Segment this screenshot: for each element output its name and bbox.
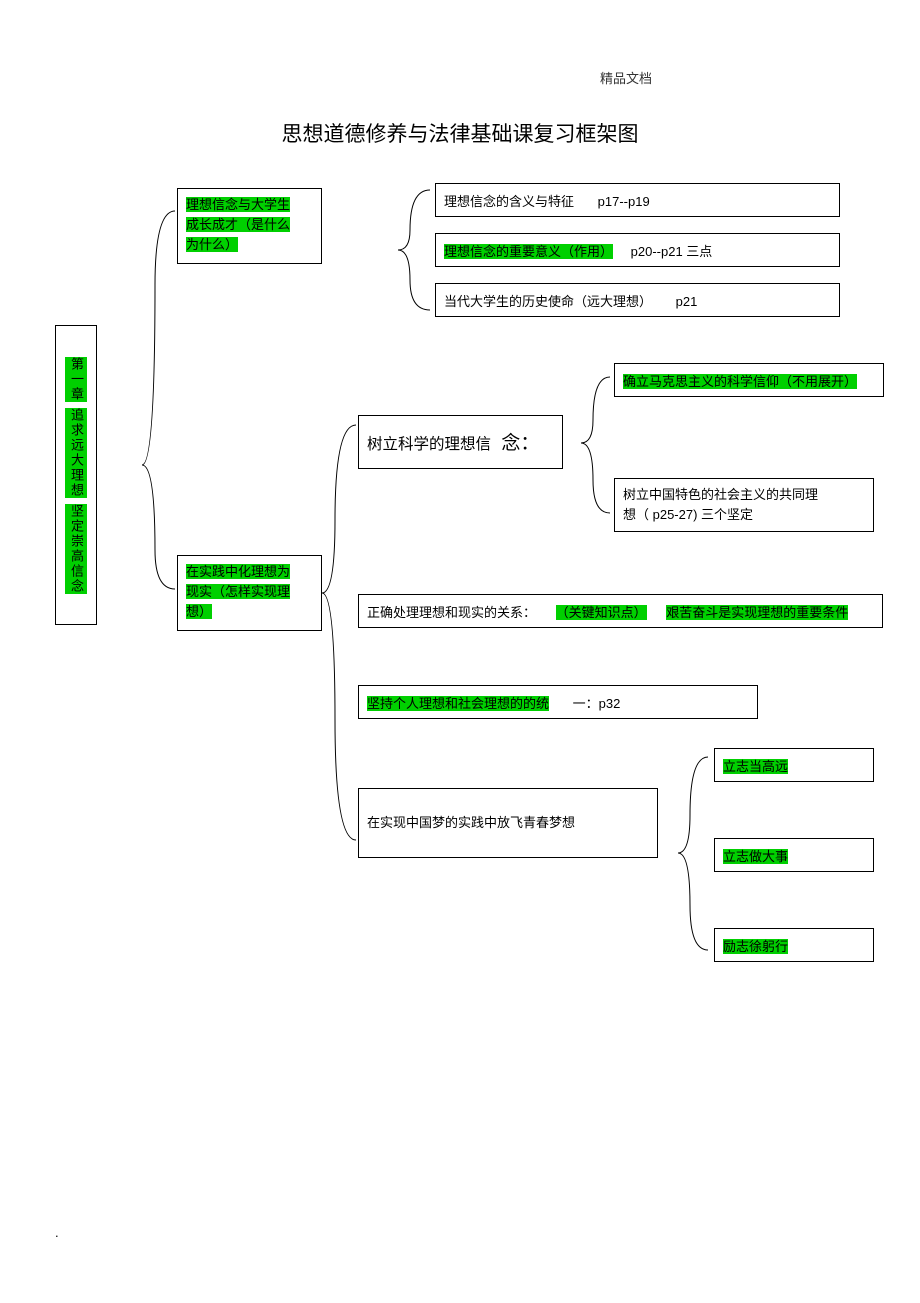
brace-s2b1 <box>565 365 615 525</box>
section1-l1: 理想信念与大学生 <box>186 197 290 212</box>
chapter-line3: 坚定崇高信念 <box>65 504 87 594</box>
s2b4-r2: 立志做大事 <box>723 849 788 864</box>
s1-r1-b: p17--p19 <box>598 194 650 209</box>
s2-b2-hl2: 艰苦奋斗是实现理想的重要条件 <box>666 605 848 620</box>
s2-b2-hl1: （关键知识点） <box>556 605 647 620</box>
s2-box2: 正确处理理想和现实的关系： （关键知识点） 艰苦奋斗是实现理想的重要条件 <box>358 594 883 628</box>
section2-l2: 现实（怎样实现理 <box>186 584 290 599</box>
s2b1-r1: 确立马克思主义的科学信仰（不用展开） <box>623 374 857 389</box>
s2b1-r2-b: 想（ p25-27) 三个坚定 <box>623 507 753 522</box>
s1-r3-b: p21 <box>676 294 698 309</box>
s2b4-r1: 立志当高远 <box>723 759 788 774</box>
s2b1-r2-a: 树立中国特色的社会主义的共同理 <box>623 487 818 502</box>
s2b4-row1: 立志当高远 <box>714 748 874 782</box>
brace-section2 <box>300 370 360 850</box>
page-root: 精品文档 思想道德修养与法律基础课复习框架图 第一章 追求远大理想 坚定崇高信念… <box>0 0 920 1303</box>
section1-l3: 为什么） <box>186 237 238 252</box>
s2-b3-tail: 一：p32 <box>573 696 621 711</box>
s2-b1-b: 念： <box>501 433 539 454</box>
s1-row2: 理想信念的重要意义（作用） p20--p21 三点 <box>435 233 840 267</box>
page-title: 思想道德修养与法律基础课复习框架图 <box>0 118 920 148</box>
s1-r3-a: 当代大学生的历史使命（远大理想） <box>444 294 652 309</box>
s2-b4: 在实现中国梦的实践中放飞青春梦想 <box>367 812 575 834</box>
chapter-line1: 第一章 <box>65 357 87 402</box>
s2-box1: 树立科学的理想信 念： <box>358 415 563 469</box>
s2-box4: 在实现中国梦的实践中放飞青春梦想 <box>358 788 658 858</box>
header-watermark: 精品文档 <box>600 68 652 87</box>
chapter-line2: 追求远大理想 <box>65 408 87 498</box>
s1-r1-a: 理想信念的含义与特征 <box>444 194 574 209</box>
s2-b3-hl: 坚持个人理想和社会理想的的统 <box>367 696 549 711</box>
brace-s2b4 <box>660 745 715 965</box>
s1-r2-hl: 理想信念的重要意义（作用） <box>444 244 613 259</box>
chapter-box: 第一章 追求远大理想 坚定崇高信念 <box>55 325 97 625</box>
s2b1-row1: 确立马克思主义的科学信仰（不用展开） <box>614 363 884 397</box>
section2-l3: 想） <box>186 604 212 619</box>
section2-l1: 在实践中化理想为 <box>186 564 290 579</box>
s2b4-row3: 励志徐躬行 <box>714 928 874 962</box>
brace-section1 <box>380 180 435 320</box>
s2-b1-a: 树立科学的理想信 <box>367 436 491 453</box>
section1-box: 理想信念与大学生 成长成才（是什么 为什么） <box>177 188 322 264</box>
s1-row1: 理想信念的含义与特征 p17--p19 <box>435 183 840 217</box>
s1-r2-tail: p20--p21 三点 <box>631 244 713 259</box>
brace-chapter <box>97 200 177 600</box>
footer-dot: . <box>55 1225 59 1240</box>
section1-l2: 成长成才（是什么 <box>186 217 290 232</box>
s2-box3: 坚持个人理想和社会理想的的统 一：p32 <box>358 685 758 719</box>
s2b4-r3: 励志徐躬行 <box>723 939 788 954</box>
s2-b2-a: 正确处理理想和现实的关系： <box>367 605 536 620</box>
s2b1-row2: 树立中国特色的社会主义的共同理 想（ p25-27) 三个坚定 <box>614 478 874 532</box>
s2b4-row2: 立志做大事 <box>714 838 874 872</box>
s1-row3: 当代大学生的历史使命（远大理想） p21 <box>435 283 840 317</box>
